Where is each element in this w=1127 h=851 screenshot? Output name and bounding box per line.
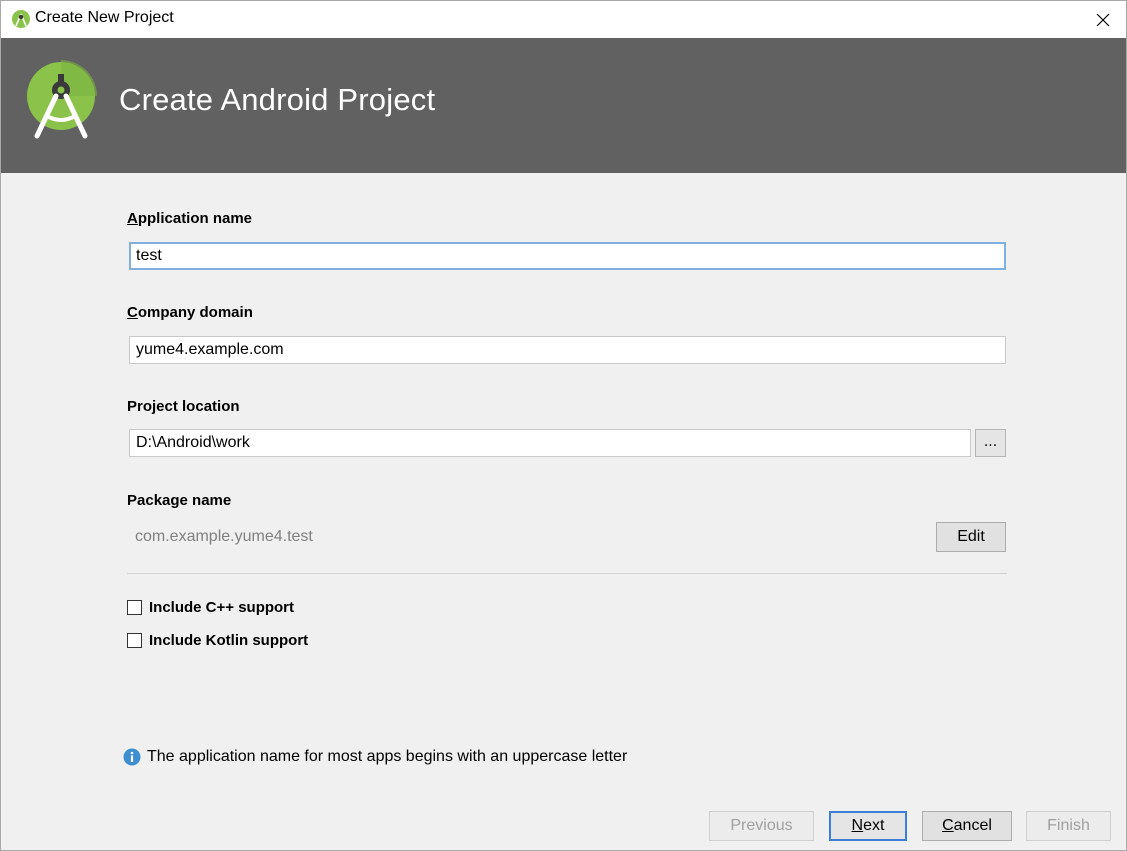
previous-button[interactable]: Previous [709, 811, 814, 841]
title-bar: Create New Project [1, 1, 1126, 38]
include-cpp-option[interactable]: Include C++ support [127, 599, 294, 616]
info-icon [123, 748, 141, 766]
application-name-input[interactable] [129, 242, 1006, 270]
header-banner: Create Android Project [1, 38, 1126, 173]
include-kotlin-option[interactable]: Include Kotlin support [127, 632, 308, 649]
package-name-value: com.example.yume4.test [135, 528, 313, 545]
banner-title: Create Android Project [119, 82, 436, 117]
cancel-button[interactable]: Cancel [922, 811, 1012, 841]
info-message: The application name for most apps begin… [123, 748, 627, 766]
next-button[interactable]: Next [829, 811, 907, 841]
finish-button[interactable]: Finish [1026, 811, 1111, 841]
browse-button[interactable]: ... [975, 429, 1006, 457]
company-domain-label: Company domain [127, 304, 253, 321]
close-button[interactable] [1080, 1, 1126, 38]
create-project-dialog: Create New Project Create Android Projec… [0, 0, 1127, 851]
application-name-label: Application name [127, 210, 253, 227]
info-text: The application name for most apps begin… [147, 748, 628, 765]
close-icon [1096, 13, 1110, 26]
project-location-label: Project location [127, 398, 240, 415]
window-title: Create New Project [35, 9, 174, 26]
separator [127, 573, 1007, 574]
project-location-input[interactable] [129, 429, 971, 457]
package-name-label: Package name [127, 492, 232, 509]
include-kotlin-label: Include Kotlin support [149, 632, 309, 649]
company-domain-input[interactable] [129, 336, 1006, 364]
android-studio-small-icon [12, 10, 30, 28]
include-kotlin-checkbox[interactable] [127, 633, 142, 648]
android-studio-icon [27, 60, 97, 139]
edit-package-button[interactable]: Edit [936, 522, 1006, 552]
include-cpp-checkbox[interactable] [127, 600, 142, 615]
include-cpp-label: Include C++ support [149, 599, 295, 616]
